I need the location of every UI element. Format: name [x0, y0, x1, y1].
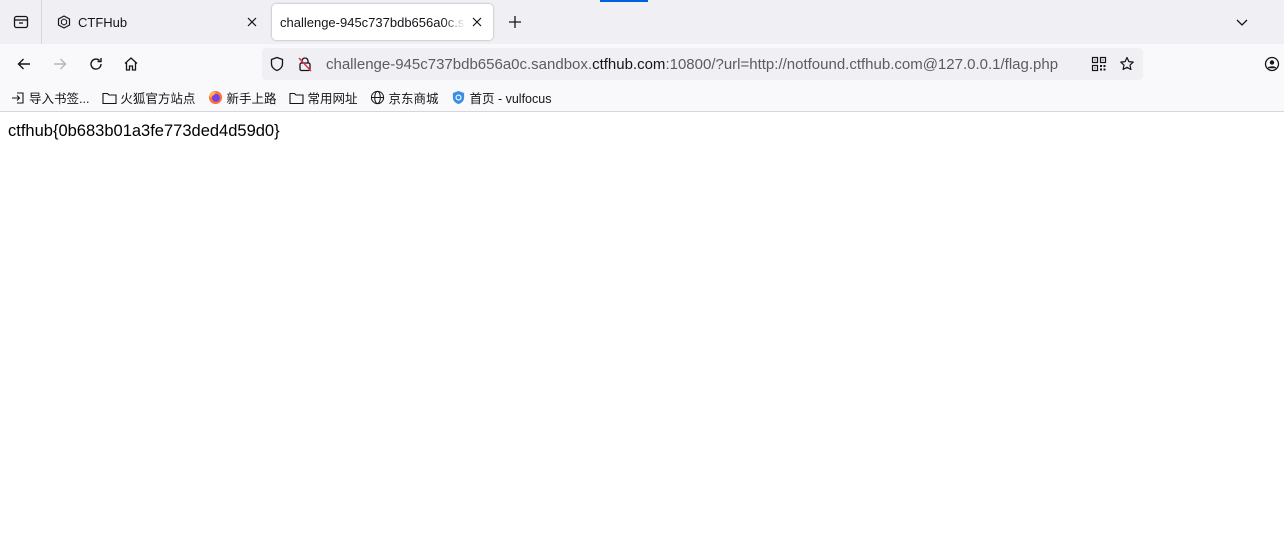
home-icon	[124, 57, 138, 71]
vulfocus-shield-icon	[450, 90, 466, 106]
bookmark-label: 首页 - vulfocus	[469, 92, 552, 106]
bookmark-import[interactable]: 导入书签...	[10, 88, 89, 107]
url-domain: ctfhub.com	[592, 55, 666, 73]
url-prefix: challenge-945c737bdb656a0c.sandbox.	[326, 55, 593, 73]
reload-icon	[90, 58, 102, 70]
folder-icon	[101, 90, 117, 106]
import-icon	[10, 90, 26, 106]
bookmark-jd-mall[interactable]: 京东商城	[369, 88, 438, 107]
tab-title: CTFHub	[78, 14, 128, 30]
bookmark-label: 新手上路	[226, 92, 277, 106]
close-tab-icon[interactable]	[465, 10, 489, 34]
tab-strip: CTFHub challenge-945c737bdb656a0c.sandbo…	[0, 0, 1284, 44]
arrow-right-icon	[54, 58, 67, 70]
tab-loading-indicator	[600, 0, 648, 2]
reload-button[interactable]	[84, 52, 108, 76]
bookmark-star-icon[interactable]	[1116, 53, 1138, 75]
bookmark-label: 常用网址	[307, 92, 358, 106]
list-all-tabs-button[interactable]	[1230, 10, 1254, 34]
ctfhub-logo-icon	[56, 14, 72, 30]
bookmark-folder-common-sites[interactable]: 常用网址	[288, 88, 357, 107]
forward-button[interactable]	[48, 52, 72, 76]
shield-icon[interactable]	[266, 53, 288, 75]
chevron-down-icon	[1236, 19, 1248, 26]
new-tab-button[interactable]	[503, 10, 527, 34]
bookmark-label: 导入书签...	[29, 92, 90, 106]
globe-icon	[369, 90, 385, 106]
folder-icon	[288, 90, 304, 106]
account-button[interactable]	[1260, 52, 1284, 76]
home-button[interactable]	[119, 52, 143, 76]
url-text[interactable]: challenge-945c737bdb656a0c.sandbox.ctfhu…	[326, 56, 1143, 73]
account-icon	[1264, 56, 1280, 72]
tab-title: challenge-945c737bdb656a0c.sandbox.ctfhu…	[280, 14, 465, 30]
tab-challenge[interactable]: challenge-945c737bdb656a0c.sandbox.ctfhu…	[272, 4, 493, 40]
qr-code-icon[interactable]	[1088, 53, 1110, 75]
firefox-view-icon	[13, 15, 28, 29]
firefox-view-button[interactable]	[0, 0, 42, 44]
page-content: ctfhub{0b683b01a3fe773ded4d59d0}	[0, 113, 1284, 546]
insecure-lock-icon[interactable]	[294, 53, 316, 75]
navigation-toolbar: challenge-945c737bdb656a0c.sandbox.ctfhu…	[0, 44, 1284, 84]
tab-ctfhub[interactable]: CTFHub	[48, 4, 268, 40]
arrow-left-icon	[17, 58, 30, 70]
plus-icon	[509, 16, 521, 28]
address-bar[interactable]: challenge-945c737bdb656a0c.sandbox.ctfhu…	[262, 48, 1143, 80]
bookmarks-toolbar: 导入书签... 火狐官方站点 新手上路 常用网址 京东商城 首页 - vulfo…	[0, 84, 1284, 112]
close-tab-icon[interactable]	[240, 10, 264, 34]
bookmark-label: 京东商城	[388, 92, 439, 106]
firefox-icon	[207, 90, 223, 106]
back-button[interactable]	[12, 52, 36, 76]
bookmark-getting-started[interactable]: 新手上路	[207, 88, 276, 107]
bookmark-label: 火狐官方站点	[120, 92, 196, 106]
bookmark-folder-firefox-official[interactable]: 火狐官方站点	[101, 88, 195, 107]
bookmark-vulfocus[interactable]: 首页 - vulfocus	[450, 88, 551, 107]
flag-text: ctfhub{0b683b01a3fe773ded4d59d0}	[8, 122, 280, 140]
url-suffix: :10800/?url=http://notfound.ctfhub.com@1…	[665, 55, 1059, 73]
